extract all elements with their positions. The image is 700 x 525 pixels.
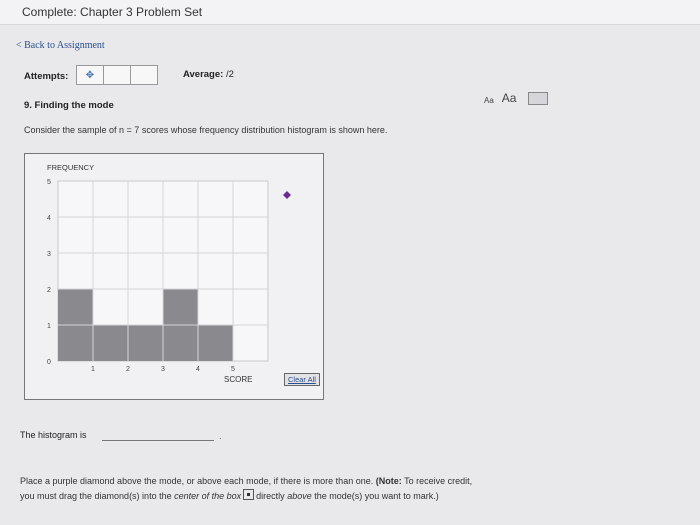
back-to-assignment-link[interactable]: < Back to Assignment <box>16 40 105 51</box>
histogram-bar <box>128 325 163 361</box>
x-tick-label: 2 <box>126 366 130 373</box>
x-axis-label: SCORE <box>224 375 252 384</box>
y-tick-label: 5 <box>47 179 51 186</box>
note-label: (Note: <box>375 476 402 486</box>
attempt-box <box>103 65 131 85</box>
question-title: 9. Finding the mode <box>24 100 114 111</box>
histogram-bar <box>93 325 128 361</box>
question-intro: Consider the sample of n = 7 scores whos… <box>24 125 388 135</box>
answer-dropdown[interactable] <box>102 440 214 441</box>
y-tick-label: 3 <box>47 251 51 258</box>
font-large-button[interactable]: Aa <box>502 91 517 105</box>
y-tick-label: 1 <box>47 323 51 330</box>
clear-all-button[interactable]: Clear All <box>284 373 320 386</box>
instructions: Place a purple diamond above the mode, o… <box>20 474 580 504</box>
font-size-controls: Aa Aa <box>484 91 549 105</box>
attempt-box: ✥ <box>76 65 104 85</box>
average-value: /2 <box>225 69 234 80</box>
instructions-line2a: you must drag the diamond(s) into the <box>20 491 172 501</box>
answer-suffix: . <box>219 431 222 441</box>
font-small-button[interactable]: Aa <box>484 96 494 105</box>
y-tick-label: 2 <box>47 287 51 294</box>
histogram-bar <box>198 325 233 361</box>
title-bar: Complete: Chapter 3 Problem Set <box>0 0 700 25</box>
purple-diamond-marker[interactable] <box>283 191 291 199</box>
box-icon <box>243 489 255 500</box>
x-tick-label: 3 <box>161 366 165 373</box>
y-tick-label: 4 <box>47 215 51 222</box>
average-label: Average: <box>183 69 224 80</box>
answer-prompt: The histogram is <box>20 430 87 440</box>
instructions-line2c: the mode(s) you want to mark.) <box>314 491 439 501</box>
x-tick-label: 5 <box>231 366 235 373</box>
histogram-chart: FREQUENCY 0 1 2 3 4 5 1 2 3 4 5 SCORE <box>47 163 291 384</box>
dot-icon: ✥ <box>85 69 95 81</box>
instructions-italic: center of the box <box>174 491 242 501</box>
attempt-box <box>130 65 158 85</box>
x-tick-label: 4 <box>196 366 200 373</box>
y-axis-label: FREQUENCY <box>47 163 94 172</box>
instructions-italic2: above <box>287 491 312 501</box>
instructions-line1b: To receive credit, <box>404 476 473 486</box>
instructions-line1: Place a purple diamond above the mode, o… <box>20 476 374 486</box>
attempts-indicator: ✥ <box>76 65 158 85</box>
y-tick-label: 0 <box>47 359 51 366</box>
page-title: Complete: Chapter 3 Problem Set <box>22 5 203 19</box>
print-icon[interactable] <box>528 92 549 105</box>
instructions-line2b: directly <box>256 491 285 501</box>
average-display: Average: /2 <box>183 69 234 80</box>
x-tick-label: 1 <box>91 366 95 373</box>
histogram-panel: FREQUENCY 0 1 2 3 4 5 1 2 3 4 5 SCORE <box>24 153 324 400</box>
attempts-label: Attempts: <box>24 71 69 82</box>
